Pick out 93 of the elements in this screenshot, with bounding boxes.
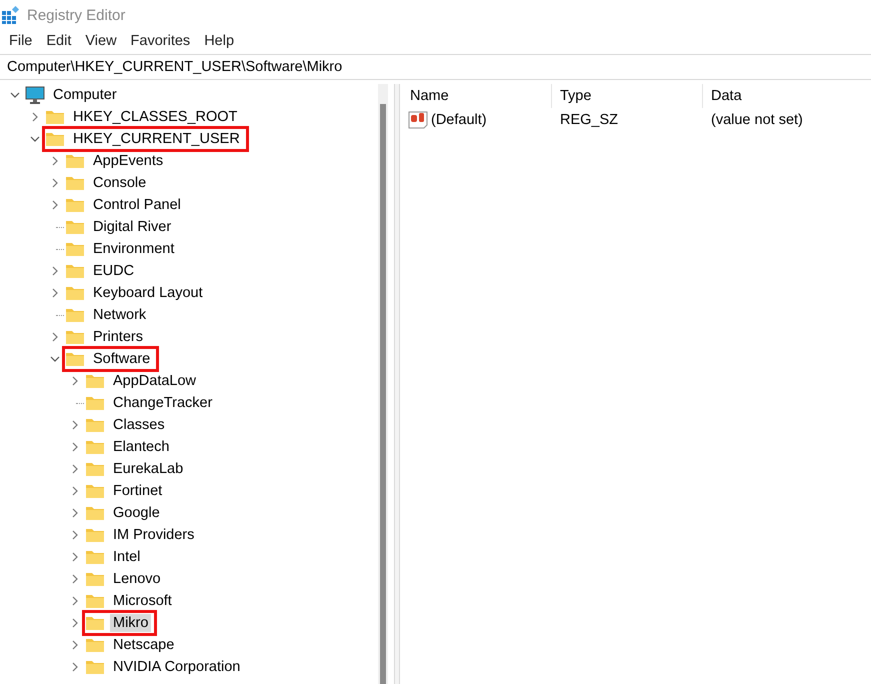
string-value-icon bbox=[408, 111, 428, 129]
expand-chevron-icon[interactable] bbox=[70, 376, 80, 386]
folder-icon bbox=[65, 175, 85, 191]
expand-chevron-icon[interactable] bbox=[50, 266, 60, 276]
scrollbar[interactable] bbox=[378, 84, 388, 684]
tree-item[interactable]: Network bbox=[90, 306, 150, 324]
address-bar[interactable]: Computer\HKEY_CURRENT_USER\Software\Mikro bbox=[7, 59, 342, 75]
collapse-chevron-icon[interactable] bbox=[10, 90, 20, 100]
tree-item[interactable]: Netscape bbox=[110, 636, 178, 654]
folder-icon bbox=[85, 593, 105, 609]
tree-item[interactable]: HKEY_CURRENT_USER bbox=[70, 130, 243, 148]
folder-icon bbox=[85, 483, 105, 499]
tree-item[interactable]: Microsoft bbox=[110, 592, 175, 610]
tree-item[interactable]: AppEvents bbox=[90, 152, 166, 170]
expand-chevron-icon[interactable] bbox=[70, 552, 80, 562]
expand-chevron-icon[interactable] bbox=[70, 420, 80, 430]
tree-item[interactable]: Environment bbox=[90, 240, 178, 258]
folder-icon bbox=[85, 439, 105, 455]
expand-chevron-icon[interactable] bbox=[70, 596, 80, 606]
expand-chevron-icon[interactable] bbox=[50, 200, 60, 210]
menu-item[interactable]: File bbox=[2, 33, 40, 49]
expand-chevron-icon[interactable] bbox=[50, 332, 60, 342]
tree-item[interactable]: ChangeTracker bbox=[110, 394, 216, 412]
tree-item[interactable]: Intel bbox=[110, 548, 144, 566]
expand-chevron-icon[interactable] bbox=[70, 486, 80, 496]
tree-item[interactable]: Google bbox=[110, 504, 163, 522]
folder-icon bbox=[85, 571, 105, 587]
menu-item[interactable]: Favorites bbox=[124, 33, 198, 49]
tree-item[interactable]: Printers bbox=[90, 328, 146, 346]
expand-chevron-icon[interactable] bbox=[50, 156, 60, 166]
value-data: (value not set) bbox=[711, 112, 803, 128]
expand-chevron-icon[interactable] bbox=[50, 288, 60, 298]
tree-item[interactable]: Fortinet bbox=[110, 482, 166, 500]
folder-icon bbox=[65, 197, 85, 213]
registry-editor-app-icon bbox=[2, 6, 20, 24]
window-title: Registry Editor bbox=[27, 6, 126, 24]
expand-chevron-icon[interactable] bbox=[70, 530, 80, 540]
tree-item[interactable]: Software bbox=[90, 350, 154, 368]
folder-icon bbox=[65, 307, 85, 323]
expand-chevron-icon[interactable] bbox=[70, 464, 80, 474]
expand-chevron-icon[interactable] bbox=[70, 618, 80, 628]
folder-icon bbox=[85, 461, 105, 477]
expand-chevron-icon[interactable] bbox=[50, 178, 60, 188]
expand-chevron-icon[interactable] bbox=[70, 662, 80, 672]
menu-item[interactable]: Help bbox=[197, 33, 242, 49]
folder-icon bbox=[45, 109, 65, 125]
folder-icon bbox=[65, 219, 85, 235]
folder-icon bbox=[45, 131, 65, 147]
column-header[interactable]: Type bbox=[552, 84, 703, 108]
tree-item[interactable]: Lenovo bbox=[110, 570, 164, 588]
folder-icon bbox=[85, 395, 105, 411]
tree-item[interactable]: Keyboard Layout bbox=[90, 284, 206, 302]
folder-icon bbox=[65, 263, 85, 279]
folder-icon bbox=[85, 527, 105, 543]
expand-chevron-icon[interactable] bbox=[70, 574, 80, 584]
tree-item[interactable]: NVIDIA Corporation bbox=[110, 658, 244, 676]
folder-icon bbox=[65, 153, 85, 169]
folder-icon bbox=[85, 505, 105, 521]
folder-icon bbox=[85, 549, 105, 565]
tree-item[interactable]: IM Providers bbox=[110, 526, 198, 544]
folder-icon bbox=[85, 417, 105, 433]
tree-item[interactable]: Classes bbox=[110, 416, 168, 434]
folder-icon bbox=[85, 615, 105, 631]
expand-chevron-icon[interactable] bbox=[30, 112, 40, 122]
folder-icon bbox=[65, 351, 85, 367]
tree-item[interactable]: Digital River bbox=[90, 218, 174, 236]
tree-item[interactable]: Computer bbox=[50, 86, 120, 104]
value-name[interactable]: (Default) bbox=[431, 112, 487, 128]
column-header[interactable]: Name bbox=[402, 84, 552, 108]
tree-item[interactable]: Console bbox=[90, 174, 150, 192]
expand-chevron-icon[interactable] bbox=[70, 640, 80, 650]
folder-icon bbox=[85, 637, 105, 653]
folder-icon bbox=[85, 373, 105, 389]
tree-item[interactable]: AppDataLow bbox=[110, 372, 200, 390]
menu-item[interactable]: View bbox=[78, 33, 124, 49]
value-type: REG_SZ bbox=[560, 112, 618, 128]
folder-icon bbox=[65, 241, 85, 257]
collapse-chevron-icon[interactable] bbox=[50, 354, 60, 364]
tree-item[interactable]: Elantech bbox=[110, 438, 172, 456]
monitor-icon bbox=[25, 86, 45, 104]
collapse-chevron-icon[interactable] bbox=[30, 134, 40, 144]
tree-item[interactable]: Mikro bbox=[110, 614, 152, 632]
folder-icon bbox=[85, 659, 105, 675]
tree-item[interactable]: EurekaLab bbox=[110, 460, 186, 478]
tree-item[interactable]: HKEY_CLASSES_ROOT bbox=[70, 108, 240, 126]
folder-icon bbox=[65, 329, 85, 345]
expand-chevron-icon[interactable] bbox=[70, 442, 80, 452]
folder-icon bbox=[65, 285, 85, 301]
expand-chevron-icon[interactable] bbox=[70, 508, 80, 518]
column-header[interactable]: Data bbox=[703, 84, 871, 108]
menu-item[interactable]: Edit bbox=[39, 33, 78, 49]
tree-item[interactable]: EUDC bbox=[90, 262, 138, 280]
tree-item[interactable]: Control Panel bbox=[90, 196, 184, 214]
